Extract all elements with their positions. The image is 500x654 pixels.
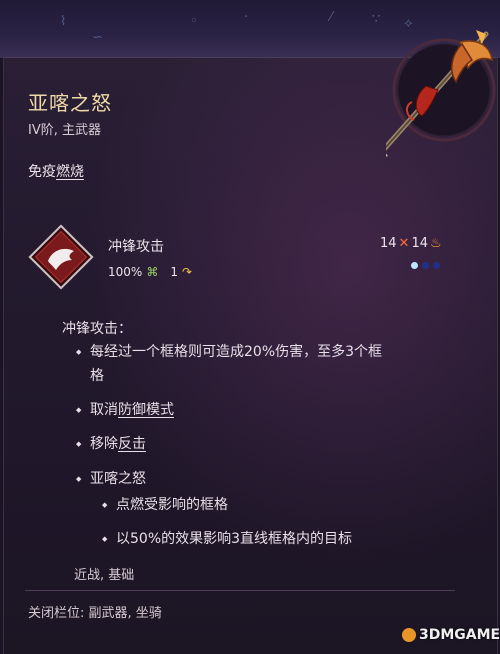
fire-damage-icon: ♨ bbox=[430, 236, 442, 251]
item-immunity: 免疫燃烧 bbox=[28, 161, 84, 181]
action-meta: 100% ⌘ 1 ↷ bbox=[108, 265, 192, 279]
rune-glyph: ⌇ bbox=[60, 14, 67, 29]
description-heading: 冲锋攻击： bbox=[62, 321, 132, 337]
immunity-prefix: 免疫 bbox=[28, 164, 56, 180]
resource-dot-filled bbox=[411, 262, 418, 269]
defense-mode-link[interactable]: 防御模式 bbox=[118, 402, 174, 418]
bullet-text-cont: 格 bbox=[90, 368, 104, 384]
item-subtitle: IV阶, 主武器 bbox=[28, 123, 101, 138]
counter-attack-link[interactable]: 反击 bbox=[118, 436, 146, 452]
watermark-text: 3DMGAME bbox=[419, 627, 500, 643]
description-bullet: 每经过一个框格则可造成20%伤害，至多3个框 格 bbox=[76, 340, 383, 388]
bullet-text: 亚喀之怒 bbox=[90, 471, 146, 487]
action-point-icon: ↷ bbox=[181, 265, 193, 279]
damage-max: 14 bbox=[411, 236, 428, 251]
resource-dots bbox=[411, 262, 440, 269]
action-name: 冲锋攻击 bbox=[108, 239, 164, 255]
bullet-text: 点燃受影响的框格 bbox=[116, 497, 228, 513]
watermark: 3DMGAME bbox=[402, 627, 500, 643]
rune-glyph: ∽ bbox=[92, 30, 103, 45]
damage-min: 14 bbox=[380, 236, 397, 251]
rune-glyph: ∵ bbox=[372, 12, 381, 27]
rune-glyph: ⁄ bbox=[330, 10, 333, 25]
description-bullet: 移除反击 bbox=[76, 432, 146, 456]
damage-range: 14 ✕ 14 ♨ bbox=[380, 236, 442, 251]
immunity-status-link[interactable]: 燃烧 bbox=[56, 164, 84, 180]
cross-damage-icon: ✕ bbox=[398, 236, 410, 251]
action-ap-cost: 1 bbox=[170, 265, 178, 279]
item-name: 亚喀之怒 bbox=[28, 91, 112, 115]
resource-dot-empty bbox=[433, 262, 440, 269]
description-bullet: 亚喀之怒 bbox=[76, 467, 146, 491]
bullet-text: 以50%的效果影响3直线框格内的目标 bbox=[116, 531, 353, 547]
bullet-text: 移除 bbox=[90, 436, 118, 452]
action-accuracy: 100% bbox=[108, 265, 143, 279]
charge-attack-icon[interactable] bbox=[28, 224, 94, 290]
rune-glyph: ◦ bbox=[190, 14, 198, 29]
resource-dot-empty bbox=[422, 262, 429, 269]
rune-glyph: · bbox=[244, 10, 249, 25]
description-sub-bullet: 以50%的效果影响3直线框格内的目标 bbox=[102, 527, 353, 551]
description-bullet: 取消防御模式 bbox=[76, 398, 174, 422]
description-sub-bullet: 点燃受影响的框格 bbox=[102, 493, 228, 517]
watermark-logo-icon bbox=[402, 628, 416, 642]
bullet-text: 取消 bbox=[90, 402, 118, 418]
divider bbox=[25, 590, 455, 591]
bullet-text: 每经过一个框格则可造成20%伤害，至多3个框 bbox=[90, 344, 383, 360]
locked-slots: 关闭栏位: 副武器, 坐骑 bbox=[28, 606, 162, 621]
action-tags: 近战, 基础 bbox=[74, 568, 135, 583]
halberd-weapon-icon bbox=[386, 30, 496, 157]
accuracy-icon: ⌘ bbox=[146, 265, 159, 279]
